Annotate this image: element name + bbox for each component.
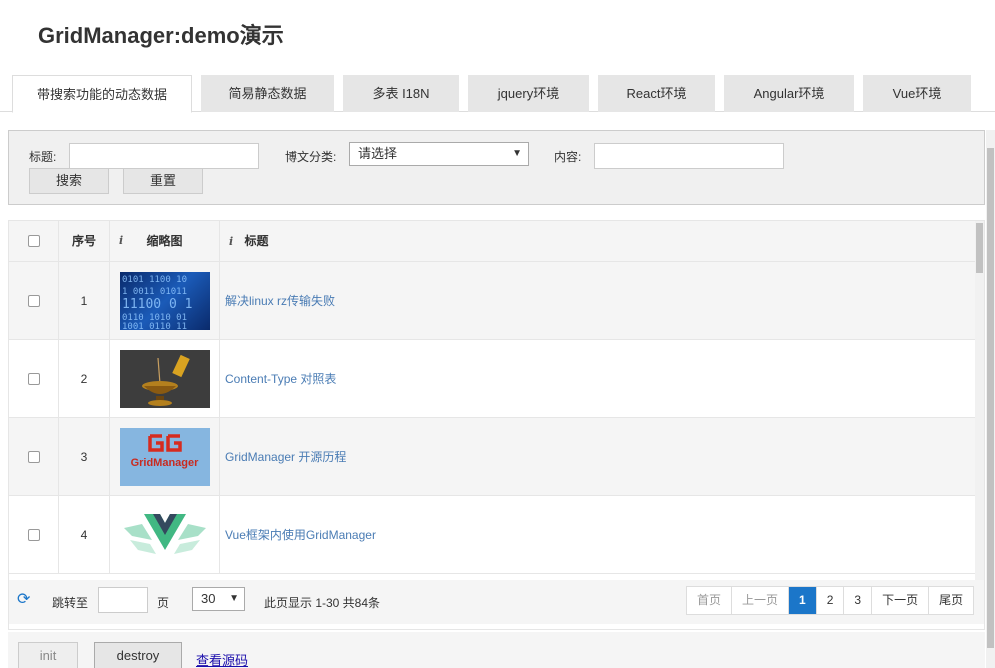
destroy-button[interactable]: destroy <box>94 642 182 668</box>
header-thumb[interactable]: i 缩略图 <box>110 221 220 261</box>
gridmanager-logo-image: GridManager <box>119 427 210 486</box>
reset-button[interactable]: 重置 <box>123 168 203 194</box>
row-title-cell: Vue框架内使用GridManager <box>220 496 975 573</box>
info-icon[interactable]: i <box>229 235 233 248</box>
page-summary: 此页显示 1-30 共84条 <box>264 596 381 610</box>
page-button-3[interactable]: 3 <box>844 587 873 614</box>
page: GridManager:demo演示 带搜索功能的动态数据 简易静态数据 多表 … <box>0 0 995 668</box>
binary-code-image: 0101 1100 10 1 0011 01011 11100 0 1 0110… <box>119 271 210 330</box>
page-scrollbar-thumb[interactable] <box>987 148 994 648</box>
incense-burner-graphic <box>119 349 210 408</box>
row-title-link[interactable]: Content-Type 对照表 <box>225 370 336 387</box>
select-all-checkbox[interactable] <box>27 235 40 247</box>
row-thumb-cell <box>110 496 220 573</box>
title-input[interactable] <box>69 143 259 169</box>
header-checkbox-cell <box>9 221 59 261</box>
table-header: 序号 i 缩略图 i 标题 <box>9 221 975 262</box>
row-checkbox-cell <box>9 418 59 495</box>
content-input[interactable] <box>594 143 784 169</box>
dropdown-arrow-icon: ▼ <box>512 148 522 159</box>
page-title: GridManager:demo演示 <box>38 23 284 48</box>
pagination: 首页 上一页 1 2 3 下一页 尾页 <box>686 586 975 615</box>
page-button-1[interactable]: 1 <box>789 587 817 614</box>
goto-page-input[interactable] <box>98 587 148 613</box>
row-checkbox[interactable] <box>27 372 40 385</box>
row-checkbox[interactable] <box>27 294 40 307</box>
next-page-button[interactable]: 下一页 <box>872 587 930 614</box>
row-thumb-cell: GridManager <box>110 418 220 495</box>
view-source-link[interactable]: 查看源码 <box>196 650 248 668</box>
category-select-value: 请选择 <box>358 146 398 161</box>
svg-text:1 0011 01011: 1 0011 01011 <box>122 287 187 297</box>
vue-logo-image <box>119 505 210 564</box>
tab-bar: 带搜索功能的动态数据 简易静态数据 多表 I18N jquery环境 React… <box>12 75 980 113</box>
init-button[interactable]: init <box>18 642 78 668</box>
page-unit-label: 页 <box>157 596 170 610</box>
goto-label: 跳转至 <box>52 596 89 610</box>
row-checkbox-cell <box>9 496 59 573</box>
row-checkbox[interactable] <box>27 450 40 463</box>
info-icon[interactable]: i <box>119 221 123 261</box>
tab-jquery[interactable]: jquery环境 <box>468 75 589 112</box>
row-thumb-cell <box>110 340 220 417</box>
prev-page-button[interactable]: 上一页 <box>732 587 790 614</box>
vue-logo-graphic <box>123 513 206 554</box>
svg-text:0101 1100 10: 0101 1100 10 <box>122 275 187 285</box>
row-index: 2 <box>59 340 110 417</box>
table-row[interactable]: 4 Vue框架内使用GridManager <box>9 496 975 574</box>
category-label: 博文分类: <box>285 150 337 164</box>
page-scrollbar[interactable] <box>986 130 995 668</box>
tab-i18n[interactable]: 多表 I18N <box>343 75 459 112</box>
row-checkbox-cell <box>9 340 59 417</box>
search-button[interactable]: 搜索 <box>29 168 109 194</box>
page-button-2[interactable]: 2 <box>817 587 845 614</box>
search-panel: 标题: 博文分类: 请选择 ▼ 内容: 搜索 重置 <box>8 130 985 205</box>
row-index: 1 <box>59 262 110 339</box>
row-title-link[interactable]: Vue框架内使用GridManager <box>225 526 376 543</box>
svg-text:1001 0110 11: 1001 0110 11 <box>122 322 187 330</box>
tab-react[interactable]: React环境 <box>598 75 715 112</box>
table-footer: ⟳ 跳转至 页 30 ▼ 此页显示 1-30 共84条 首页 上一页 1 2 3… <box>9 580 984 624</box>
row-thumb-cell: 0101 1100 10 1 0011 01011 11100 0 1 0110… <box>110 262 220 339</box>
dropdown-arrow-icon: ▼ <box>229 593 239 604</box>
table-scrollbar[interactable] <box>975 221 984 580</box>
refresh-icon[interactable]: ⟳ <box>17 592 33 608</box>
action-bar: init destroy 查看源码 <box>8 632 985 668</box>
row-checkbox[interactable] <box>27 528 40 541</box>
binary-digits-graphic: 0101 1100 10 1 0011 01011 11100 0 1 0110… <box>122 275 192 330</box>
row-title-cell: GridManager 开源历程 <box>220 418 975 495</box>
row-title-link[interactable]: GridManager 开源历程 <box>225 448 346 465</box>
header-title-label: 标题 <box>244 234 269 248</box>
row-index: 4 <box>59 496 110 573</box>
tab-vue[interactable]: Vue环境 <box>863 75 971 112</box>
last-page-button[interactable]: 尾页 <box>929 587 973 614</box>
page-size-value: 30 <box>201 591 216 606</box>
gridmanager-logo-text: GridManager <box>130 456 199 469</box>
title-label: 标题: <box>29 150 57 164</box>
row-checkbox-cell <box>9 262 59 339</box>
content-label: 内容: <box>554 150 582 164</box>
table-row[interactable]: 2 Content-Type 对照表 <box>9 340 975 418</box>
header-thumb-label: 缩略图 <box>146 234 183 248</box>
page-size-select[interactable]: 30 ▼ <box>192 587 245 611</box>
table-scrollbar-thumb[interactable] <box>976 223 983 273</box>
row-title-link[interactable]: 解决linux rz传输失败 <box>225 292 335 309</box>
svg-text:11100 0 1: 11100 0 1 <box>122 297 192 312</box>
row-title-cell: Content-Type 对照表 <box>220 340 975 417</box>
row-index: 3 <box>59 418 110 495</box>
tab-dynamic-search[interactable]: 带搜索功能的动态数据 <box>12 75 192 113</box>
table-row[interactable]: 3 GridManager GridManager 开源历程 <box>9 418 975 496</box>
table-body: 1 0101 1100 10 1 0011 01011 11100 0 1 01… <box>9 262 975 580</box>
data-grid: 序号 i 缩略图 i 标题 1 0101 1100 10 1 0011 0101… <box>8 220 985 630</box>
table-row[interactable]: 1 0101 1100 10 1 0011 01011 11100 0 1 01… <box>9 262 975 340</box>
first-page-button[interactable]: 首页 <box>687 587 733 614</box>
tab-static-data[interactable]: 简易静态数据 <box>201 75 334 112</box>
incense-burner-image <box>119 349 210 408</box>
row-title-cell: 解决linux rz传输失败 <box>220 262 975 339</box>
tab-angular[interactable]: Angular环境 <box>724 75 854 112</box>
header-title[interactable]: i 标题 <box>220 221 975 261</box>
header-index[interactable]: 序号 <box>59 221 110 261</box>
category-select[interactable]: 请选择 ▼ <box>349 142 529 166</box>
